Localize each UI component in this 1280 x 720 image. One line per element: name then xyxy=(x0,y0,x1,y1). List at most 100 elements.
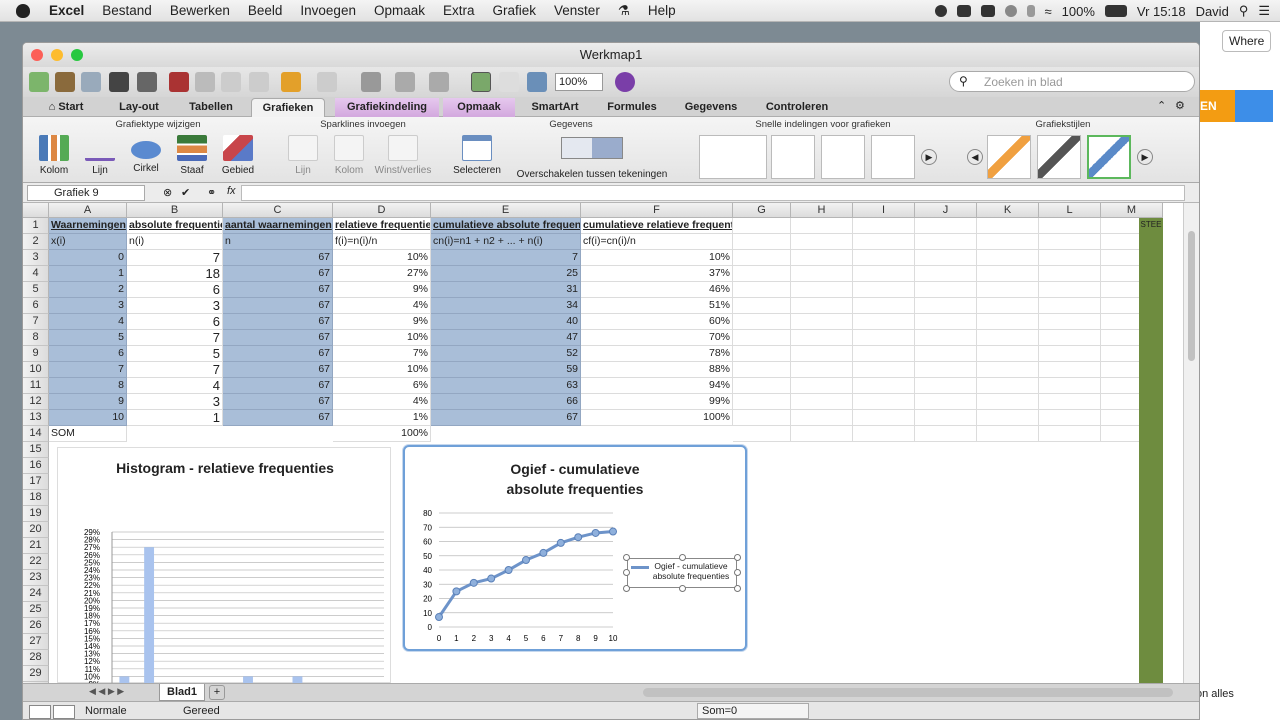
empty-cell[interactable] xyxy=(1039,250,1101,266)
row-header-3[interactable]: 3 xyxy=(23,250,49,266)
data-cell[interactable]: 27% xyxy=(333,266,431,282)
column-header-l[interactable]: L xyxy=(1039,203,1101,218)
resize-handle[interactable] xyxy=(623,554,630,561)
sum-select[interactable]: Som=0 xyxy=(697,703,809,719)
empty-cell[interactable] xyxy=(733,426,791,442)
empty-cell[interactable] xyxy=(853,378,915,394)
data-cell[interactable]: 18 xyxy=(127,266,223,282)
histogram-bar[interactable] xyxy=(144,547,155,684)
data-cell[interactable]: 46% xyxy=(581,282,733,298)
empty-cell[interactable] xyxy=(977,362,1039,378)
battery-icon[interactable] xyxy=(1104,5,1127,17)
empty-cell[interactable] xyxy=(977,298,1039,314)
data-cell[interactable]: 7 xyxy=(127,250,223,266)
empty-cell[interactable] xyxy=(791,330,853,346)
header-cell[interactable]: relatieve frequentie xyxy=(333,218,431,234)
header-cell[interactable]: Waarnemingen xyxy=(49,218,127,234)
row-header-22[interactable]: 22 xyxy=(23,554,49,570)
empty-cell[interactable] xyxy=(853,266,915,282)
empty-cell[interactable] xyxy=(977,314,1039,330)
row-header-4[interactable]: 4 xyxy=(23,266,49,282)
data-cell[interactable]: 67 xyxy=(223,298,333,314)
wifi-icon[interactable]: ≈ xyxy=(1045,4,1052,19)
empty-cell[interactable] xyxy=(791,426,853,442)
empty-cell[interactable] xyxy=(853,394,915,410)
data-cell[interactable]: 2 xyxy=(49,282,127,298)
empty-cell[interactable] xyxy=(733,234,791,250)
data-cell[interactable]: 40 xyxy=(431,314,581,330)
data-cell[interactable]: 4% xyxy=(333,298,431,314)
data-cell[interactable]: 67 xyxy=(223,346,333,362)
empty-cell[interactable] xyxy=(977,426,1039,442)
column-header-h[interactable]: H xyxy=(791,203,853,218)
menu-extra[interactable]: Extra xyxy=(434,3,484,18)
empty-cell[interactable] xyxy=(1039,394,1101,410)
empty-cell[interactable] xyxy=(791,410,853,426)
column-header-b[interactable]: B xyxy=(127,203,223,218)
empty-cell[interactable] xyxy=(977,346,1039,362)
header-cell[interactable]: cumulatieve absolute frequentie xyxy=(431,218,581,234)
row-header-26[interactable]: 26 xyxy=(23,618,49,634)
row-header-27[interactable]: 27 xyxy=(23,634,49,650)
ogief-chart[interactable]: Ogief - cumulatieve absolute frequenties… xyxy=(403,445,747,651)
data-cell[interactable]: 5 xyxy=(127,346,223,362)
data-cell[interactable]: 6 xyxy=(49,346,127,362)
empty-cell[interactable] xyxy=(1039,346,1101,362)
data-cell[interactable]: 1% xyxy=(333,410,431,426)
data-cell[interactable]: 67 xyxy=(223,410,333,426)
empty-cell[interactable] xyxy=(1039,282,1101,298)
ogief-point[interactable] xyxy=(609,527,617,536)
data-cell[interactable]: 3 xyxy=(127,298,223,314)
column-header-m[interactable]: M xyxy=(1101,203,1163,218)
empty-cell[interactable] xyxy=(791,314,853,330)
empty-cell[interactable] xyxy=(791,378,853,394)
row-header-19[interactable]: 19 xyxy=(23,506,49,522)
background-orange-button[interactable]: EN xyxy=(1200,90,1235,122)
empty-cell[interactable] xyxy=(915,330,977,346)
data-cell[interactable]: 78% xyxy=(581,346,733,362)
resize-handle[interactable] xyxy=(734,554,741,561)
empty-cell[interactable] xyxy=(1039,266,1101,282)
horizontal-scroll-thumb[interactable] xyxy=(643,688,1173,697)
ogief-point[interactable] xyxy=(574,533,583,542)
empty-cell[interactable] xyxy=(733,346,791,362)
empty-cell[interactable] xyxy=(733,314,791,330)
row-header-29[interactable]: 29 xyxy=(23,666,49,682)
resize-handle[interactable] xyxy=(734,585,741,592)
header-cell[interactable]: absolute frequentie xyxy=(127,218,223,234)
data-cell[interactable]: 10% xyxy=(333,362,431,378)
select-all-corner[interactable] xyxy=(23,203,49,218)
data-cell[interactable]: 100% xyxy=(581,410,733,426)
ogief-point[interactable] xyxy=(435,613,443,622)
row-header-9[interactable]: 9 xyxy=(23,346,49,362)
empty-cell[interactable] xyxy=(733,266,791,282)
data-cell[interactable]: 31 xyxy=(431,282,581,298)
empty-cell[interactable] xyxy=(915,362,977,378)
row-header-18[interactable]: 18 xyxy=(23,490,49,506)
empty-cell[interactable] xyxy=(733,218,791,234)
empty-cell[interactable] xyxy=(915,234,977,250)
empty-cell[interactable] xyxy=(977,266,1039,282)
data-cell[interactable]: 10% xyxy=(333,330,431,346)
data-cell[interactable]: 4 xyxy=(127,378,223,394)
data-cell[interactable]: 94% xyxy=(581,378,733,394)
data-cell[interactable]: 67 xyxy=(223,378,333,394)
empty-cell[interactable] xyxy=(791,394,853,410)
row-header-17[interactable]: 17 xyxy=(23,474,49,490)
sync-icon[interactable] xyxy=(980,5,995,17)
empty-cell[interactable] xyxy=(915,394,977,410)
data-cell[interactable]: 67 xyxy=(431,410,581,426)
menu-opmaak[interactable]: Opmaak xyxy=(365,3,434,18)
menu-venster[interactable]: Venster xyxy=(545,3,609,18)
data-cell[interactable]: 6 xyxy=(127,282,223,298)
empty-cell[interactable] xyxy=(853,330,915,346)
empty-cell[interactable] xyxy=(791,282,853,298)
data-cell[interactable]: 1 xyxy=(127,410,223,426)
empty-cell[interactable] xyxy=(853,346,915,362)
row-header-23[interactable]: 23 xyxy=(23,570,49,586)
column-header-f[interactable]: F xyxy=(581,203,733,218)
data-cell[interactable]: 6% xyxy=(333,378,431,394)
notifications-icon[interactable]: ☰ xyxy=(1258,3,1270,19)
menu-app[interactable]: Excel xyxy=(40,3,93,18)
data-cell[interactable]: 25 xyxy=(431,266,581,282)
